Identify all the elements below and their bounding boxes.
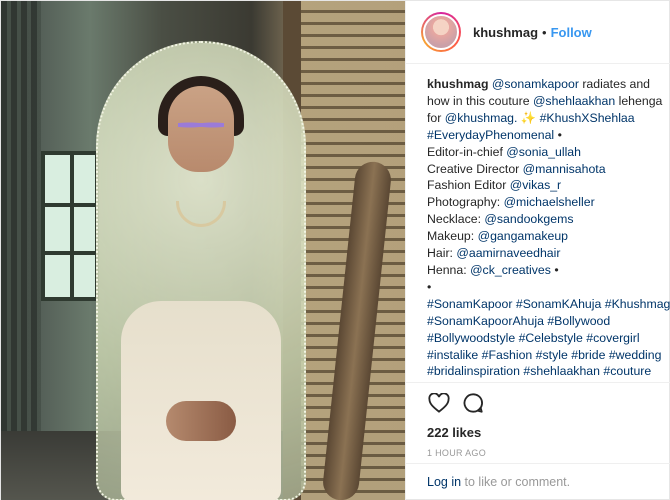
hashtag-link[interactable]: #SonamKapoor #SonamKAhuja #Khushmag (427, 297, 670, 311)
caption-line: Photography: @michaelsheller (427, 194, 658, 211)
caption-text: how in this couture (427, 93, 533, 108)
mention-link[interactable]: @michaelsheller (504, 195, 595, 209)
post-side-panel: khushmag • Follow khushmag @sonamkapoor … (405, 1, 670, 500)
heart-icon[interactable] (427, 391, 451, 415)
caption-username[interactable]: khushmag (427, 77, 489, 91)
caption-text: Photography: (427, 195, 504, 210)
hashtag-link[interactable]: #EverydayPhenomenal (427, 128, 554, 142)
login-prompt-text: to like or comment. (461, 475, 571, 489)
mention-link[interactable]: @ck_creatives (470, 263, 551, 277)
mention-link[interactable]: @vikas_r (510, 178, 561, 192)
caption-text: • (550, 262, 559, 277)
caption-text: lehenga (615, 93, 663, 108)
caption-line: khushmag @sonamkapoor radiates and (427, 76, 658, 93)
caption-line: Creative Director @mannisahota (427, 161, 658, 178)
mention-link[interactable]: @gangamakeup (478, 229, 568, 243)
caption-line: Makeup: @gangamakeup (427, 228, 658, 245)
comment-icon[interactable] (461, 391, 485, 415)
caption-line: • (427, 279, 658, 296)
caption-text: • (427, 279, 432, 294)
mention-link[interactable]: @aamirnaveedhair (456, 246, 560, 260)
photo-window (41, 151, 99, 301)
mention-link[interactable]: @sonia_ullah (506, 145, 581, 159)
login-prompt: Log in to like or comment. (406, 463, 670, 500)
caption-line: Fashion Editor @vikas_r (427, 177, 658, 194)
separator-dot: • (542, 24, 547, 40)
caption-text: Editor-in-chief (427, 144, 507, 159)
hashtag-link[interactable]: #Bollywoodstyle #Celebstyle #covergirl (427, 331, 640, 345)
caption-text: Fashion Editor (427, 178, 510, 193)
mention-link[interactable]: @mannisahota (523, 162, 606, 176)
mention-link[interactable]: @sonamkapoor (492, 77, 579, 91)
post-photo[interactable] (1, 1, 405, 500)
caption-line: #SonamKapoorAhuja #Bollywood (427, 313, 658, 330)
caption-line: #instalike #Fashion #style #bride #weddi… (427, 347, 661, 364)
likes-count[interactable]: 222 likes (427, 423, 656, 443)
mention-link[interactable]: @shehlaakhan (533, 94, 615, 108)
caption-text: Necklace: (427, 212, 485, 227)
hashtag-link[interactable]: #instalike #Fashion #style #bride #weddi… (427, 348, 661, 362)
action-icons (427, 383, 656, 423)
post-caption: khushmag @sonamkapoor radiates and how in… (406, 64, 670, 382)
caption-line: how in this couture @shehlaakhan lehenga (427, 93, 662, 110)
caption-line: Hair: @aamirnaveedhair (427, 245, 658, 262)
photo-eye-makeup (178, 121, 224, 129)
caption-text: Hair: (427, 246, 457, 261)
caption-line: for @khushmag. ✨ #KhushXShehlaa (427, 110, 658, 127)
avatar-image (423, 14, 459, 50)
caption-line: Editor-in-chief @sonia_ullah (427, 144, 658, 161)
avatar[interactable] (421, 12, 461, 52)
mention-link[interactable]: @khushmag. (445, 111, 518, 125)
instagram-post: khushmag • Follow khushmag @sonamkapoor … (0, 0, 670, 500)
caption-line: #EverydayPhenomenal • (427, 127, 658, 144)
caption-text: • (554, 127, 562, 142)
username-link[interactable]: khushmag (473, 25, 538, 40)
caption-text: for (427, 110, 445, 125)
post-timestamp: 1 HOUR AGO (427, 448, 487, 458)
login-link[interactable]: Log in (427, 475, 461, 489)
caption-text: ✨ (517, 110, 540, 125)
photo-face (168, 86, 234, 172)
hashtag-link[interactable]: #bridalinspiration #shehlaakhan #couture (427, 364, 651, 378)
caption-line: #bridalinspiration #shehlaakhan #couture (427, 363, 658, 380)
caption-text: Creative Director (427, 161, 523, 176)
caption-text: Makeup: (427, 229, 478, 244)
hashtag-link[interactable]: #KhushXShehlaa (540, 111, 635, 125)
mention-link[interactable]: @sandookgems (484, 212, 573, 226)
photo-hands (166, 401, 236, 441)
caption-line: #SonamKapoor #SonamKAhuja #Khushmag (427, 296, 670, 313)
follow-button[interactable]: Follow (551, 25, 592, 40)
caption-line: Necklace: @sandookgems (427, 211, 658, 228)
photo-wall (1, 1, 41, 500)
caption-text: radiates and (578, 77, 651, 91)
caption-line: Henna: @ck_creatives • (427, 262, 658, 279)
hashtag-link[interactable]: #SonamKapoorAhuja #Bollywood (427, 314, 610, 328)
photo-model (96, 41, 306, 500)
post-header: khushmag • Follow (406, 1, 670, 64)
caption-text: Henna: (427, 262, 471, 277)
caption-line: #Bollywoodstyle #Celebstyle #covergirl (427, 330, 658, 347)
